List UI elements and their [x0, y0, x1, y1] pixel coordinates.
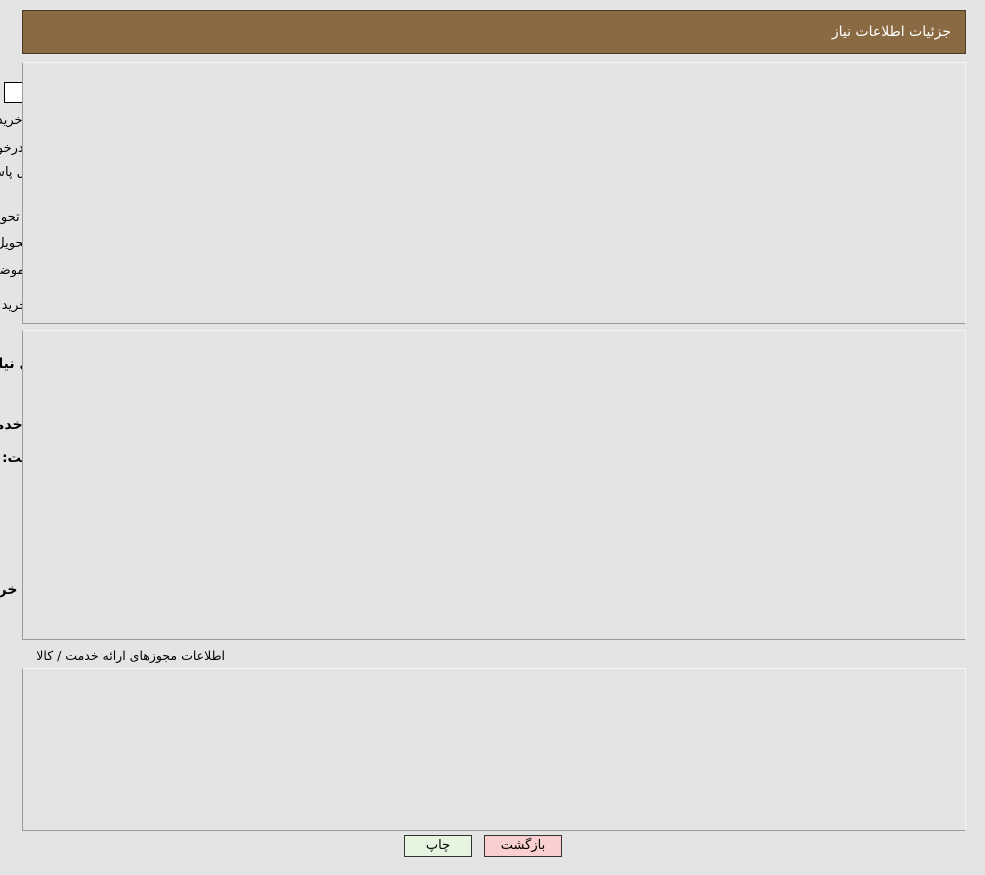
page-title: جزئیات اطلاعات نیاز — [831, 24, 951, 40]
back-button[interactable]: بازگشت — [484, 835, 562, 857]
permits-panel — [22, 668, 966, 831]
page-header: جزئیات اطلاعات نیاز — [22, 10, 966, 54]
details-panel — [22, 330, 966, 640]
permits-section-title: اطلاعات مجوزهای ارائه خدمت / کالا — [36, 648, 225, 663]
need-info-panel — [22, 62, 966, 324]
print-button[interactable]: چاپ — [404, 835, 472, 857]
page-root: V AnaTender.net جزئیات اطلاعات نیاز شمار… — [0, 0, 985, 875]
